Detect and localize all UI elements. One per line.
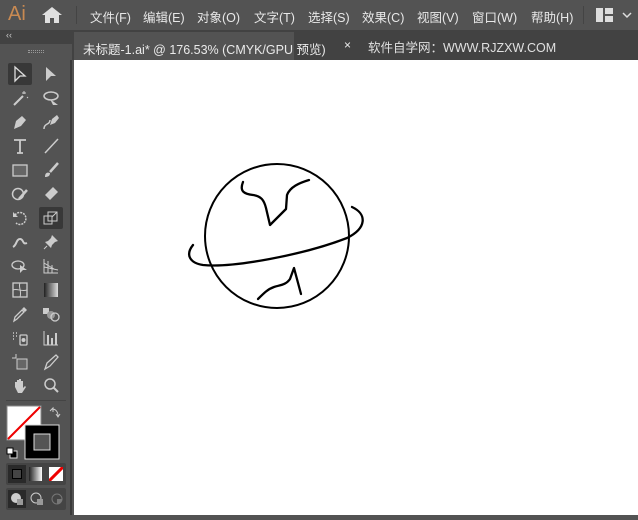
direct-selection-icon (46, 67, 56, 81)
direct-selection-tool[interactable] (39, 63, 63, 85)
rotate-icon (13, 211, 27, 226)
lasso-icon (43, 91, 59, 105)
gradient-button[interactable] (29, 467, 42, 481)
artwork-planet (188, 163, 364, 309)
pin-icon (43, 235, 58, 250)
menu-object[interactable]: 对象(O) (197, 7, 240, 26)
puppet-warp-icon (12, 237, 28, 248)
curvature-icon (43, 115, 59, 130)
artboard-canvas[interactable] (74, 60, 638, 515)
watermark-text: 软件自学网：WWW.RJZXW.COM (368, 41, 557, 55)
planet-ring (188, 205, 364, 267)
gradient-tool[interactable] (39, 279, 63, 301)
rectangle-icon (12, 164, 28, 177)
paintbrush-tool[interactable] (39, 159, 63, 181)
scale-icon (43, 211, 58, 225)
perspective-grid-tool[interactable] (39, 255, 63, 277)
menu-help[interactable]: 帮助(H) (531, 7, 573, 26)
line-segment-tool[interactable] (39, 135, 63, 157)
curvature-tool[interactable] (39, 111, 63, 133)
pen-icon (14, 116, 26, 129)
puppet-warp-tool[interactable] (8, 231, 32, 253)
swap-icon (49, 406, 61, 418)
draw-behind-icon[interactable] (28, 490, 46, 508)
gradient-icon (44, 283, 58, 297)
divider (6, 400, 66, 401)
pin-tool[interactable] (39, 231, 63, 253)
menu-view[interactable]: 视图(V) (417, 7, 459, 26)
artboard-tool[interactable] (8, 351, 32, 373)
draw-inside-icon[interactable] (48, 490, 66, 508)
upper-continent (240, 178, 311, 227)
blend-icon (43, 308, 60, 322)
slice-tool[interactable] (39, 351, 63, 373)
rectangle-tool[interactable] (8, 159, 32, 181)
column-graph-tool[interactable] (39, 327, 63, 349)
toolbar-drag-handle[interactable] (0, 44, 72, 60)
column-graph-icon (43, 331, 58, 346)
collapse-toolbar-button[interactable]: ‹‹ (6, 30, 12, 40)
symbol-sprayer-icon (13, 332, 28, 346)
symbol-sprayer-tool[interactable] (8, 327, 32, 349)
eraser-icon (45, 187, 58, 200)
draw-normal-icon[interactable] (8, 490, 26, 508)
line-icon (44, 138, 59, 154)
app-logo: Ai (8, 3, 26, 25)
mesh-tool[interactable] (8, 279, 32, 301)
slice-icon (43, 354, 59, 371)
menu-effect[interactable]: 效果(C) (362, 7, 404, 26)
none-button[interactable] (49, 467, 63, 481)
rotate-tool[interactable] (8, 207, 32, 229)
hand-tool[interactable] (8, 375, 32, 397)
menu-edit[interactable]: 编辑(E) (143, 7, 185, 26)
hand-icon (15, 379, 26, 393)
eyedropper-icon (12, 307, 27, 323)
blend-tool[interactable] (39, 303, 63, 325)
type-icon (14, 139, 26, 154)
menu-window[interactable]: 窗口(W) (472, 7, 517, 26)
document-tab[interactable]: 未标题-1.ai* @ 176.53% (CMYK/GPU 预览) × (74, 32, 351, 60)
mesh-icon (12, 282, 28, 298)
magnifier-icon (44, 378, 59, 393)
lasso-tool[interactable] (39, 87, 63, 109)
toolbar-header: ‹‹ (0, 30, 72, 60)
tab-bar: 未标题-1.ai* @ 176.53% (CMYK/GPU 预览) × 软件自学… (0, 30, 638, 60)
magic-wand-tool[interactable] (8, 87, 32, 109)
eyedropper-tool[interactable] (8, 303, 32, 325)
zoom-tool[interactable] (39, 375, 63, 397)
type-tool[interactable] (8, 135, 32, 157)
document-tab-title: 未标题-1.ai* @ 176.53% (CMYK/GPU 预览) (83, 43, 326, 57)
default-colors-icon[interactable] (6, 447, 18, 459)
workspace-layout-icon[interactable] (596, 8, 634, 22)
menu-type[interactable]: 文字(T) (254, 7, 295, 26)
shape-builder-tool[interactable] (8, 255, 32, 277)
selection-tool[interactable] (8, 63, 32, 85)
lower-continent (256, 266, 303, 301)
color-mode-buttons (6, 463, 66, 485)
eraser-tool[interactable] (39, 183, 63, 205)
draw-mode-buttons (6, 488, 66, 510)
pen-tool[interactable] (8, 111, 32, 133)
menu-file[interactable]: 文件(F) (90, 7, 131, 26)
shaper-icon (11, 187, 28, 201)
menu-select[interactable]: 选择(S) (308, 7, 350, 26)
paintbrush-icon (45, 162, 59, 177)
color-button[interactable] (8, 465, 26, 483)
shaper-tool[interactable] (8, 183, 32, 205)
artboard-icon (12, 354, 28, 370)
magic-wand-icon (13, 91, 29, 106)
home-icon[interactable] (42, 7, 62, 23)
perspective-grid-icon (43, 259, 59, 274)
menu-bar: Ai 文件(F) 编辑(E) 对象(O) 文字(T) 选择(S) 效果(C) 视… (0, 0, 638, 30)
close-icon[interactable]: × (344, 38, 351, 52)
shape-builder-icon (11, 260, 27, 273)
scale-tool[interactable] (39, 207, 63, 229)
selection-arrow-icon (14, 65, 27, 83)
tools-panel (0, 60, 72, 515)
